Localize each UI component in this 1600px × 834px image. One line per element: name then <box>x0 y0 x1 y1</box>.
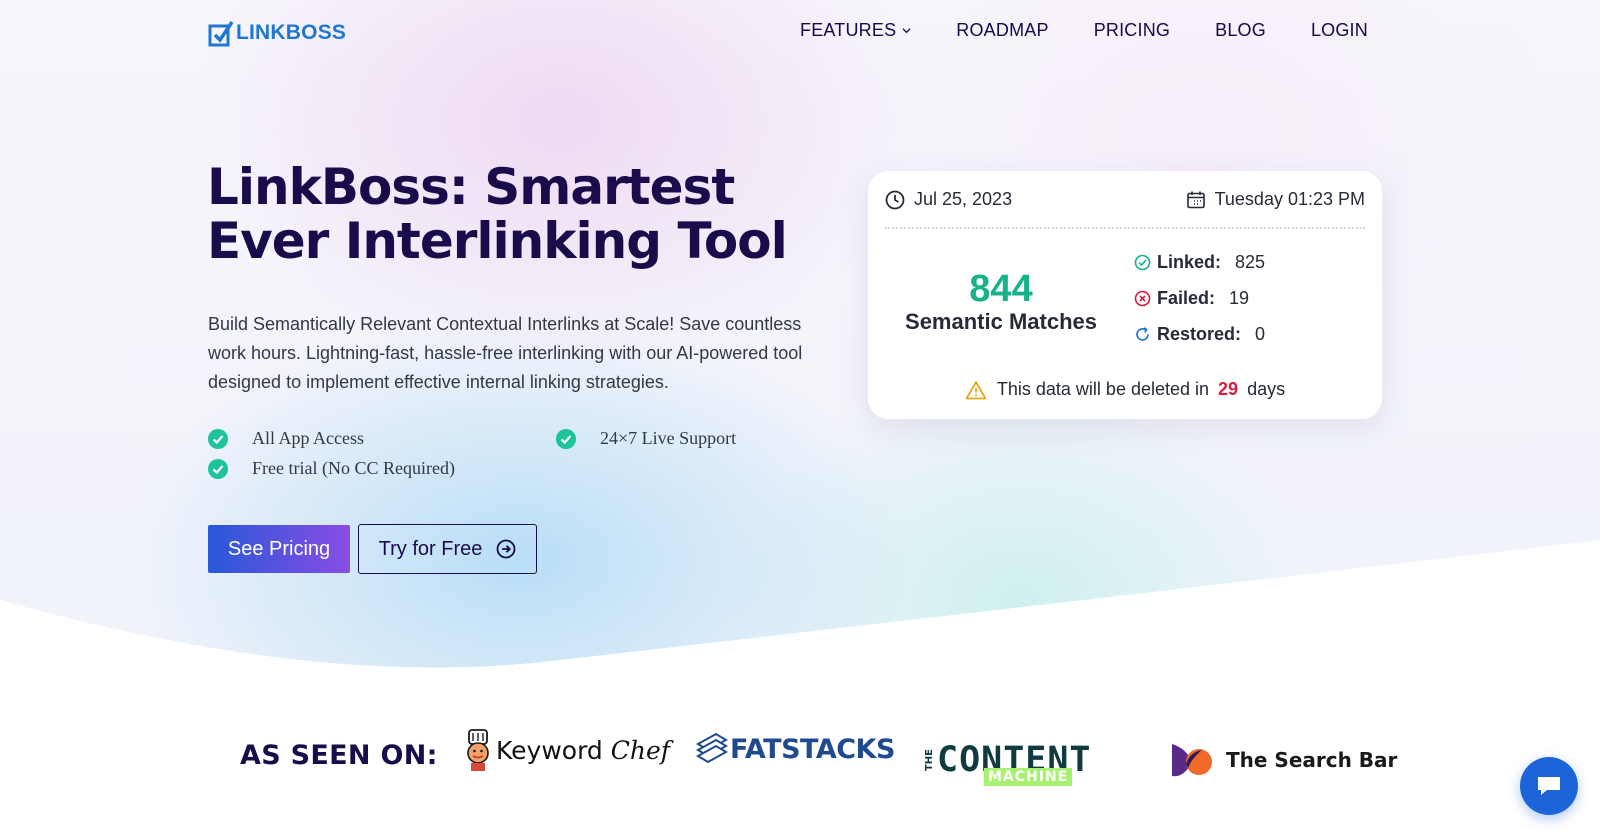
check-circle-icon <box>208 428 228 449</box>
failed-stat: Failed: 19 <box>1134 288 1249 309</box>
linkboss-logo[interactable]: LINKBOSS <box>208 18 346 48</box>
keyword-chef-logo: Keyword Chef <box>460 728 670 772</box>
nav-features-label: FEATURES <box>800 20 897 40</box>
search-bar-logo: The Search Bar <box>1168 738 1397 782</box>
day-time-text: Tuesday 01:23 PM <box>1214 189 1365 209</box>
feature-label: All App Access <box>252 428 364 448</box>
logo-text: LINKBOSS <box>236 21 347 44</box>
card-header: Jul 25, 2023 Tuesday 01:23 PM <box>885 189 1365 229</box>
stats-card: Jul 25, 2023 Tuesday 01:23 PM 844 Semant… <box>868 171 1382 419</box>
warning-days: 29 <box>1218 379 1239 399</box>
check-circle-outline-icon <box>1134 254 1151 271</box>
calendar-icon <box>1186 191 1205 208</box>
failed-label: Failed: <box>1157 288 1216 308</box>
hero-title: LinkBoss: Smartest Ever Interlinking Too… <box>207 158 788 270</box>
check-circle-icon <box>208 458 228 479</box>
warning-icon <box>965 380 987 399</box>
nav-pricing[interactable]: PRICING <box>1094 20 1170 41</box>
chat-bubble-icon <box>1538 777 1560 795</box>
semantic-matches-count: 844 <box>969 268 1033 310</box>
fatstacks-logo: FATSTACKS <box>694 730 895 768</box>
feature-item: All App Access <box>208 428 364 449</box>
feature-item: Free trial (No CC Required) <box>208 458 455 479</box>
arrow-circle-right-icon <box>496 539 516 559</box>
try-for-free-label: Try for Free <box>378 537 483 560</box>
keyword-chef-main: Keyword <box>496 735 603 765</box>
warning-suffix: days <box>1247 379 1286 399</box>
linked-stat: Linked: 825 <box>1134 252 1265 273</box>
nav-roadmap[interactable]: ROADMAP <box>956 20 1048 41</box>
try-for-free-button[interactable]: Try for Free <box>358 524 537 574</box>
logo-icon <box>208 21 234 47</box>
chef-mascot-icon <box>467 729 489 771</box>
feature-label: Free trial (No CC Required) <box>252 458 455 478</box>
chevron-down-icon <box>902 28 911 34</box>
warning-prefix: This data will be deleted in <box>996 379 1210 399</box>
semantic-matches-label: Semantic Matches <box>905 309 1097 334</box>
content-machine-sub: MACHINE <box>984 768 1073 786</box>
search-bar-text: The Search Bar <box>1226 748 1398 772</box>
see-pricing-button[interactable]: See Pricing <box>208 525 350 573</box>
day-time-display: Tuesday 01:23 PM <box>1186 189 1365 210</box>
chat-widget-button[interactable] <box>1520 757 1578 815</box>
nav-features[interactable]: FEATURES <box>800 20 911 41</box>
main-nav: FEATURES ROADMAP PRICING BLOG LOGIN <box>800 20 1368 41</box>
fatstacks-bills-icon <box>696 732 728 764</box>
search-bar-mark-icon <box>1172 744 1212 777</box>
clock-icon <box>885 190 905 209</box>
restored-label: Restored: <box>1157 324 1242 344</box>
as-seen-on-label: AS SEEN ON: <box>240 740 438 771</box>
x-circle-icon <box>1134 290 1151 307</box>
restored-stat: Restored: 0 <box>1134 324 1265 345</box>
refresh-icon <box>1136 327 1149 341</box>
fatstacks-text: FATSTACKS <box>730 733 895 765</box>
nav-blog[interactable]: BLOG <box>1215 20 1266 41</box>
linked-value: 825 <box>1235 252 1266 272</box>
content-machine-logo: THE CONTENT MACHINE <box>924 730 1092 790</box>
failed-value: 19 <box>1229 288 1250 308</box>
deletion-warning: This data will be deleted in 29 days <box>868 379 1382 400</box>
nav-login[interactable]: LOGIN <box>1311 20 1368 41</box>
feature-item: 24×7 Live Support <box>556 428 736 449</box>
date-display: Jul 25, 2023 <box>885 189 1012 210</box>
linked-label: Linked: <box>1157 252 1222 272</box>
feature-label: 24×7 Live Support <box>600 428 737 448</box>
check-circle-icon <box>556 428 576 449</box>
restored-value: 0 <box>1255 324 1266 344</box>
keyword-chef-script: Chef <box>610 735 671 765</box>
hero-subtitle: Build Semantically Relevant Contextual I… <box>208 314 803 392</box>
content-machine-the: THE <box>924 748 935 772</box>
date-text: Jul 25, 2023 <box>914 189 1013 209</box>
